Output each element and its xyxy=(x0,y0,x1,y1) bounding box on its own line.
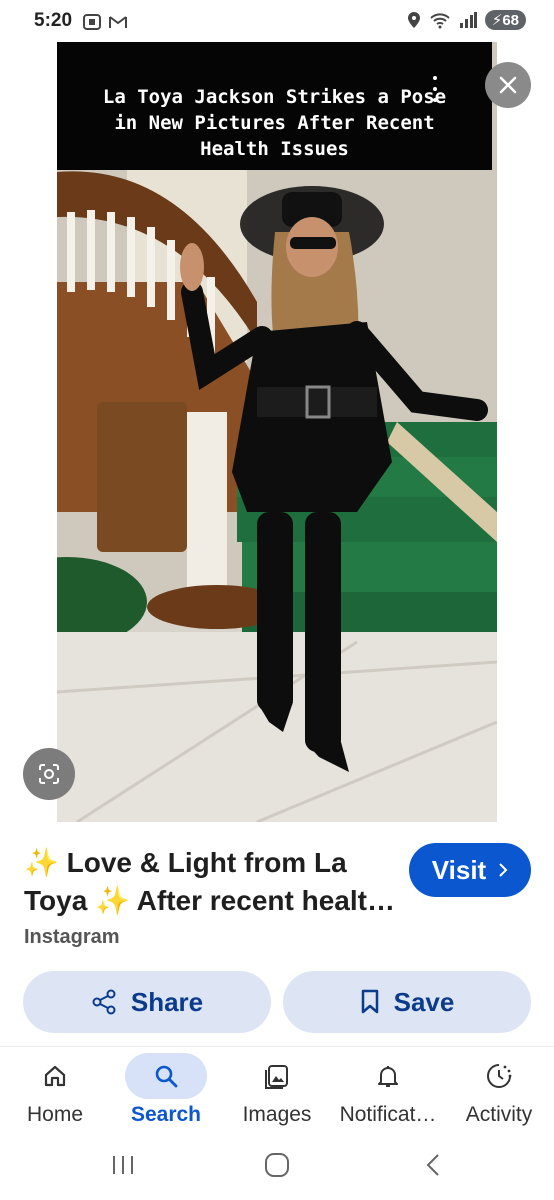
more-dot xyxy=(433,76,437,80)
image-viewer[interactable]: La Toya Jackson Strikes a Pose in New Pi… xyxy=(57,42,497,822)
nav-search-label: Search xyxy=(130,1103,202,1126)
bookmark-icon xyxy=(361,989,378,1014)
more-dot xyxy=(433,87,437,91)
nav-home-label: Home xyxy=(26,1103,84,1126)
close-button[interactable] xyxy=(485,62,531,108)
nav-notifications[interactable]: Notificat… xyxy=(333,1047,443,1139)
more-dot xyxy=(433,98,437,102)
battery-level: 68 xyxy=(502,12,519,29)
back-button[interactable] xyxy=(403,1148,463,1182)
chevron-right-icon xyxy=(499,863,508,877)
save-label: Save xyxy=(393,986,455,1017)
home-gesture-button[interactable] xyxy=(247,1148,307,1182)
status-time: 5:20 xyxy=(34,10,73,31)
gmail-icon xyxy=(109,16,127,28)
share-label: Share xyxy=(130,986,204,1017)
back-icon xyxy=(426,1154,439,1176)
search-icon xyxy=(155,1065,178,1088)
nav-activity-label: Activity xyxy=(465,1103,533,1126)
lens-icon xyxy=(39,764,59,784)
nav-activity[interactable]: Activity xyxy=(444,1047,554,1139)
caption-line-3: Health Issues xyxy=(200,138,349,160)
nav-home[interactable]: Home xyxy=(0,1047,110,1139)
home-icon xyxy=(44,1065,66,1087)
wifi-icon xyxy=(430,13,450,29)
result-source: Instagram xyxy=(24,926,120,948)
image-caption: La Toya Jackson Strikes a Pose in New Pi… xyxy=(57,42,492,170)
nav-notifications-label: Notificat… xyxy=(339,1103,437,1126)
recents-button[interactable] xyxy=(93,1148,153,1182)
save-button[interactable]: Save xyxy=(283,971,531,1033)
recents-icon xyxy=(113,1156,133,1174)
share-icon xyxy=(92,989,116,1015)
share-button[interactable]: Share xyxy=(23,971,271,1033)
result-title-line-1: ✨ Love & Light from La xyxy=(24,847,347,878)
system-nav-bar xyxy=(0,1140,554,1200)
home-circle-icon xyxy=(265,1153,289,1177)
images-icon xyxy=(265,1065,288,1089)
lens-search-button[interactable] xyxy=(23,748,75,800)
close-icon xyxy=(499,76,517,94)
nav-images[interactable]: Images xyxy=(222,1047,332,1139)
signal-icon xyxy=(459,12,477,28)
result-title[interactable]: ✨ Love & Light from La Toya ✨ After rece… xyxy=(24,844,404,920)
bottom-nav: Home Search Images Notificat… Activity xyxy=(0,1046,554,1138)
bell-icon xyxy=(378,1066,398,1087)
more-options-button[interactable] xyxy=(425,76,445,102)
result-title-line-2: Toya ✨ After recent healt… xyxy=(24,885,395,916)
location-icon xyxy=(407,12,420,28)
visit-label: Visit xyxy=(431,854,487,885)
visit-button[interactable]: Visit xyxy=(409,843,531,897)
nav-images-label: Images xyxy=(242,1103,312,1126)
nav-search[interactable]: Search xyxy=(111,1047,221,1139)
battery-icon: ⚡68 xyxy=(484,10,526,30)
activity-icon xyxy=(487,1064,512,1088)
status-bar: 5:20 ⚡68 xyxy=(0,0,554,44)
screenshot-icon xyxy=(83,14,101,30)
caption-line-2: in New Pictures After Recent xyxy=(114,112,435,134)
